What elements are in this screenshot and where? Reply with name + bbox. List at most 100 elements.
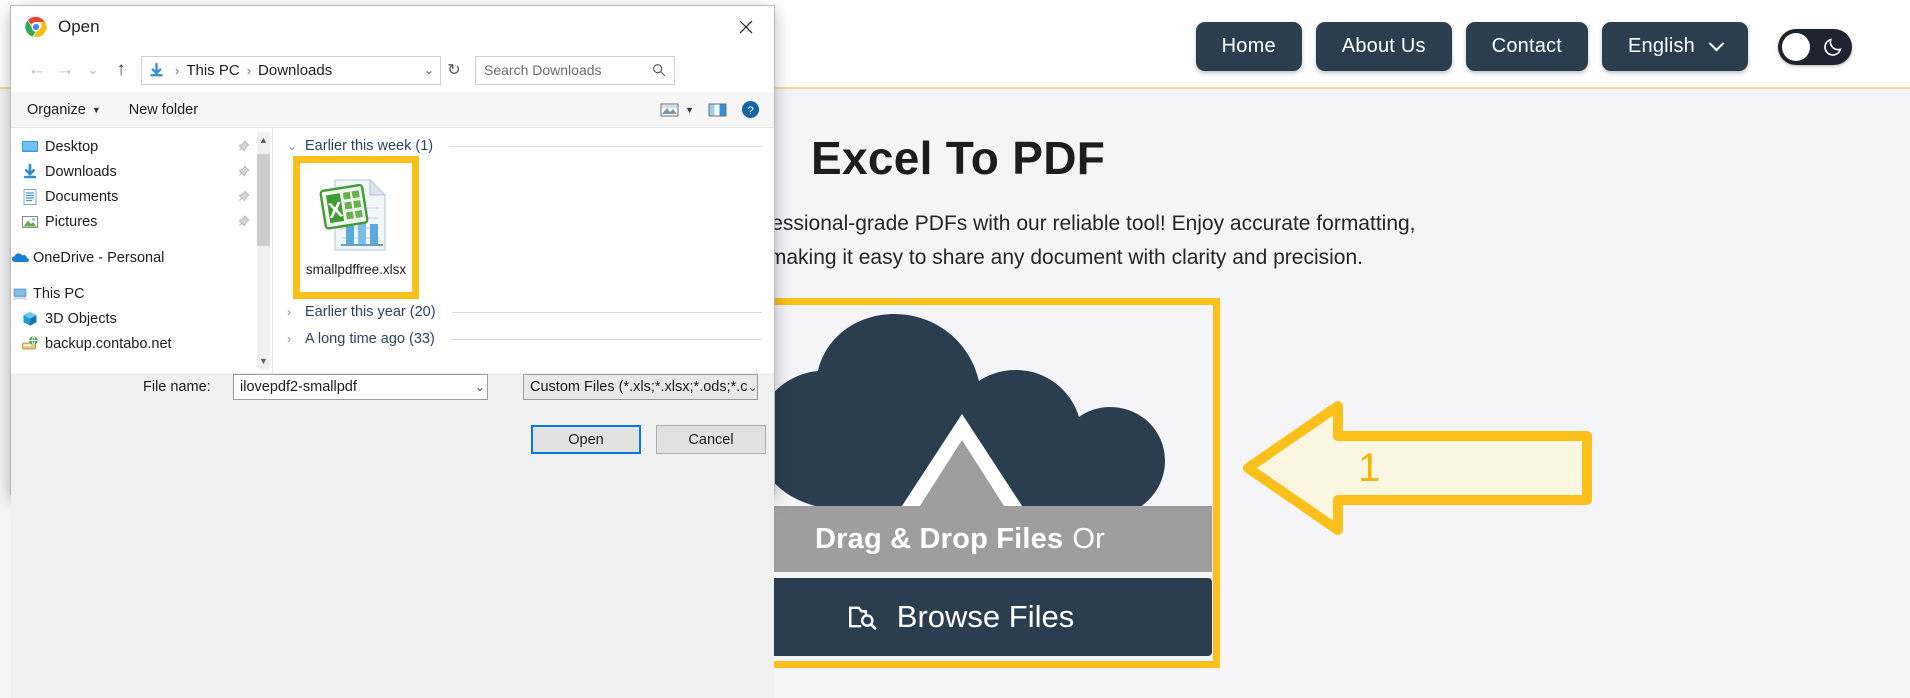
refresh-icon[interactable]: ↻ [441,56,467,85]
file-list-pane: ⌄ Earlier this week (1) X smallpdffree.x… [273,128,774,373]
file-name-input[interactable]: ilovepdf2-smallpdf [233,374,488,400]
downloads-icon [23,163,37,178]
breadcrumb-separator-2: › [246,62,252,78]
breadcrumb-separator-1: › [175,62,180,78]
search-icon [653,64,666,77]
up-arrow-icon[interactable]: ↑ [107,56,135,84]
sidebar-item-label: Downloads [45,163,117,180]
pin-icon[interactable] [237,165,250,178]
sidebar-item-label: OneDrive - Personal [33,249,165,266]
page-description: nto professional-grade PDFs with our rel… [700,207,1660,275]
network-drive-icon [22,335,38,349]
file-group-label: A long time ago (33) [305,331,435,347]
3d-objects-icon [23,311,37,326]
file-item-label: smallpdffree.xlsx [305,262,407,277]
dialog-toolbar: Organize ▼ New folder ▼ ? [11,92,774,128]
page-description-line-2: ersion, making it easy to share any docu… [700,246,1363,269]
dropzone-highlight-box [700,298,1220,668]
chevron-down-icon [1708,35,1725,52]
sidebar-item-label: Documents [45,188,119,205]
open-file-dialog: Open ← → ⌄ ↑ › This PC › Downloads ⌄ ↻ S… [10,5,775,698]
nav-contact[interactable]: Contact [1465,22,1588,71]
language-selector-label: English [1628,35,1695,57]
navigation-pane-scrollbar[interactable]: ▲ ▼ [257,132,270,369]
close-button[interactable] [718,6,774,48]
nav-about-us[interactable]: About Us [1315,22,1452,71]
dark-mode-toggle[interactable] [1778,28,1852,65]
file-dropzone[interactable]: Drag & Drop Files Or Browse Files [700,298,1220,668]
help-button[interactable]: ? [741,100,760,119]
address-bar: ← → ⌄ ↑ › This PC › Downloads ⌄ ↻ Search… [11,48,774,92]
view-options-button[interactable]: ▼ [660,102,694,118]
sidebar-item-backup-contabo-net[interactable]: backup.contabo.net [11,331,272,356]
chevron-up-icon[interactable]: ▲ [257,132,270,148]
preview-pane-icon [708,103,727,116]
back-arrow-icon[interactable]: ← [23,56,51,84]
file-name-label: File name: [143,379,211,395]
organize-button[interactable]: Organize ▼ [27,102,101,118]
sidebar-item-this-pc[interactable]: This PC [11,281,272,306]
documents-icon [23,188,37,205]
desktop-icon [22,140,38,152]
pin-icon[interactable] [237,215,250,228]
moon-icon [1824,37,1842,56]
breadcrumb-item-downloads[interactable]: Downloads [258,62,332,79]
sidebar-item-label: This PC [33,285,85,302]
file-type-select-label: Custom Files (*.xls;*.xlsx;*.ods;*.c [530,379,748,395]
new-folder-label: New folder [128,101,199,118]
breadcrumb-item-this-pc[interactable]: This PC [186,62,239,79]
file-group-a-long-time-ago[interactable]: › A long time ago (33) [287,331,762,347]
language-selector[interactable]: English [1602,22,1748,71]
onedrive-icon [11,252,29,262]
caret-down-icon: ▼ [685,104,694,115]
chevron-down-icon[interactable]: ▼ [257,353,270,369]
open-button[interactable]: Open [531,425,641,454]
sidebar-item-label: 3D Objects [45,310,117,327]
file-item-smallpdffree-xlsx[interactable]: X smallpdffree.xlsx [293,156,419,299]
new-folder-button[interactable]: New folder [129,102,198,118]
search-placeholder: Search Downloads [484,62,602,78]
scrollbar-thumb[interactable] [257,154,270,246]
file-type-select[interactable]: Custom Files (*.xls;*.xlsx;*.ods;*.c ⌄ [523,374,758,400]
sidebar-item-onedrive[interactable]: OneDrive - Personal [11,245,272,270]
screen: Home About Us Contact English Excel To P… [0,0,1910,698]
sidebar-item-label: Pictures [45,213,98,230]
group-divider [450,338,762,340]
chevron-right-icon: › [287,305,291,319]
navigation-pane: Desktop Downloads Documents Pictures One… [11,128,273,373]
dialog-titlebar[interactable]: Open [11,6,774,48]
chevron-down-icon[interactable]: ⌄ [424,63,434,77]
cancel-button[interactable]: Cancel [656,425,766,454]
preview-pane-button[interactable] [708,102,727,118]
pin-icon[interactable] [237,190,250,203]
sidebar-item-desktop[interactable]: Desktop [11,134,272,159]
recent-locations-icon[interactable]: ⌄ [79,56,107,84]
toolbar-right-group: ▼ ? [660,100,760,119]
sidebar-item-pictures[interactable]: Pictures [11,209,272,234]
file-group-earlier-this-week[interactable]: ⌄ Earlier this week (1) [287,138,762,154]
help-icon: ? [741,100,760,119]
sidebar-item-downloads[interactable]: Downloads [11,159,272,184]
dialog-body: Desktop Downloads Documents Pictures One… [11,128,774,373]
file-name-dropdown-icon[interactable]: ⌄ [472,374,488,400]
group-divider [451,311,762,313]
forward-arrow-icon[interactable]: → [51,56,79,84]
sidebar-item-documents[interactable]: Documents [11,184,272,209]
excel-file-icon: X [319,178,387,251]
chevron-right-icon: › [287,332,291,346]
breadcrumb[interactable]: › This PC › Downloads ⌄ [141,55,441,85]
dialog-footer: File name: ilovepdf2-smallpdf ⌄ Custom F… [11,373,774,698]
toggle-knob [1782,32,1810,61]
chrome-icon [25,16,47,38]
this-pc-icon [12,288,28,299]
view-layout-icon [660,103,679,116]
nav-home[interactable]: Home [1195,22,1302,71]
pin-icon[interactable] [237,140,250,153]
main-navigation: Home About Us Contact English [1195,22,1852,71]
caret-down-icon: ▼ [91,104,101,115]
pictures-icon [22,215,38,228]
sidebar-item-3d-objects[interactable]: 3D Objects [11,306,272,331]
search-input[interactable]: Search Downloads [475,55,675,85]
downloads-icon [150,62,163,76]
file-group-earlier-this-year[interactable]: › Earlier this year (20) [287,304,762,320]
